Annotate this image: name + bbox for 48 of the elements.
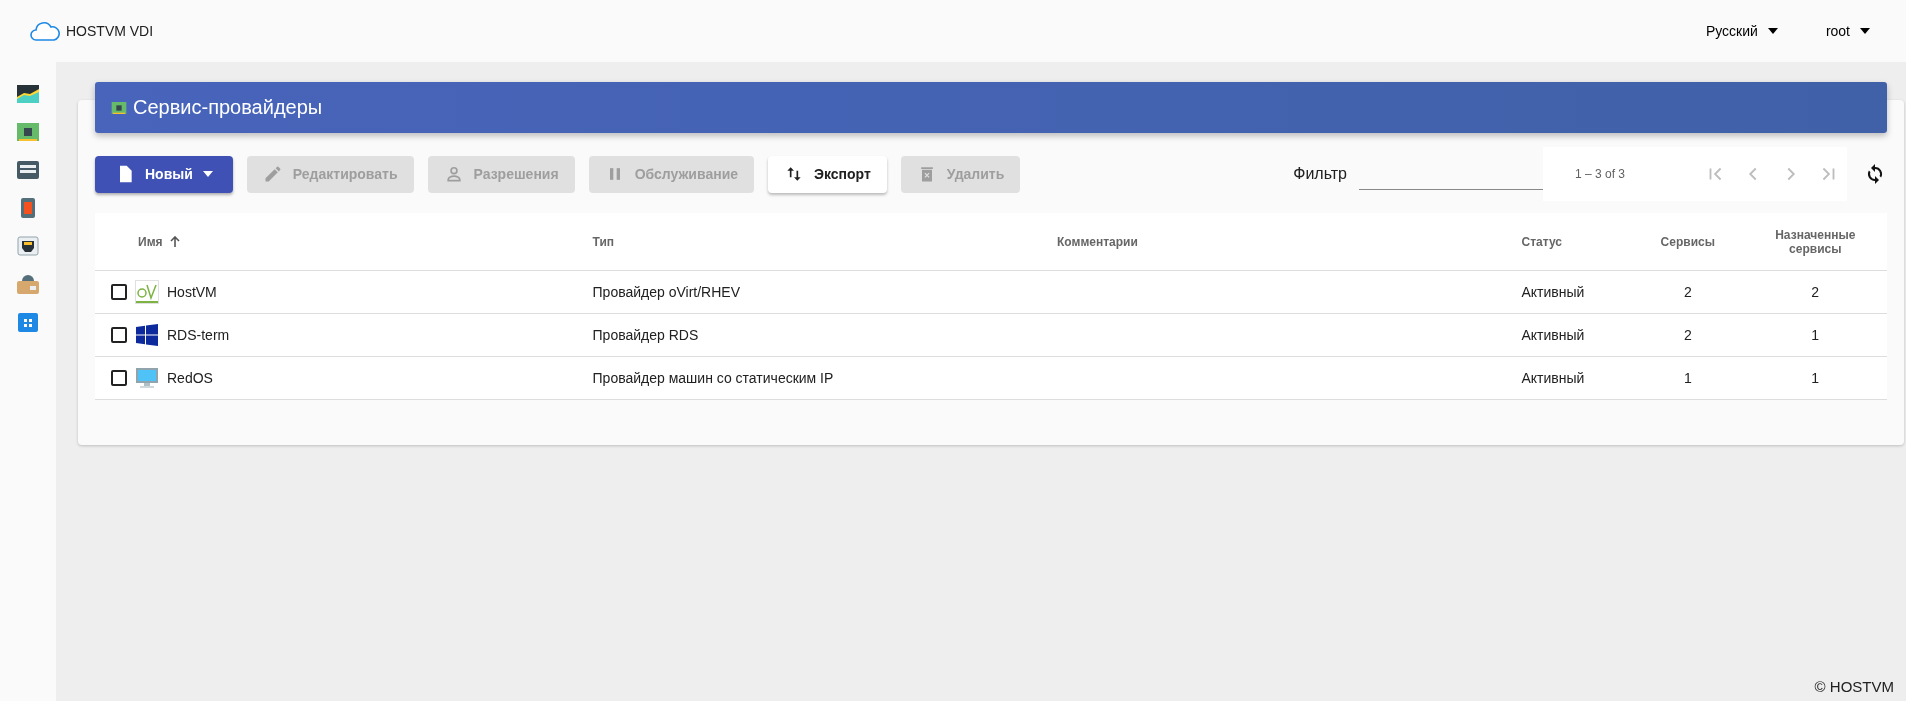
- chip-icon: [111, 99, 127, 116]
- column-header[interactable]: Статус: [1521, 234, 1562, 249]
- caret-icon: [1767, 28, 1778, 34]
- package-icon[interactable]: [16, 272, 40, 296]
- network-icon[interactable]: [16, 234, 40, 258]
- row-checkbox[interactable]: [111, 370, 127, 386]
- server-icon[interactable]: [16, 158, 40, 182]
- dashboard-icon[interactable]: [16, 82, 40, 106]
- table-cell: Провайдер oVirt/RHEV: [592, 284, 741, 300]
- brand-name: HOSTVM VDI: [66, 23, 154, 39]
- copyright: © HOSTVM: [1814, 678, 1894, 695]
- column-header[interactable]: Комментарии: [1057, 234, 1138, 249]
- export-button[interactable]: Экспорт: [768, 155, 887, 193]
- table-cell: HostVM: [167, 284, 217, 300]
- table-cell: 2: [1683, 284, 1692, 300]
- row-checkbox[interactable]: [111, 284, 127, 300]
- column-header[interactable]: Тип: [592, 234, 615, 249]
- table-cell: Провайдер машин со статическим IP: [592, 370, 834, 386]
- windows-logo-icon: [135, 323, 159, 347]
- table-cell: 2: [1811, 284, 1820, 300]
- page-range: 1 – 3 of 3: [1575, 167, 1627, 181]
- table-cell: Активный: [1521, 370, 1585, 386]
- calendar-icon[interactable]: [16, 310, 40, 334]
- user-menu[interactable]: root: [1819, 22, 1876, 40]
- table-cell: Провайдер RDS: [592, 327, 699, 343]
- table-cell: 1: [1811, 327, 1820, 343]
- monitor-icon: [135, 366, 159, 390]
- chip-icon[interactable]: [16, 120, 40, 144]
- sort-arrow-icon: [168, 235, 181, 248]
- cloud-logo-icon: [30, 20, 60, 42]
- page-title: Сервис-провайдеры: [133, 96, 323, 119]
- language-menu[interactable]: Русский: [1699, 22, 1784, 40]
- filter-label: Фильтр: [1293, 165, 1347, 183]
- table-cell: RDS-term: [167, 327, 230, 343]
- ovirt-logo-icon: [135, 280, 159, 304]
- caret-icon: [202, 171, 213, 177]
- table-cell: RedOS: [167, 370, 213, 386]
- column-header[interactable]: Назначенные сервисы: [1770, 227, 1861, 256]
- table-cell: Активный: [1521, 284, 1585, 300]
- column-header[interactable]: Имя: [138, 234, 181, 249]
- table-cell: 1: [1683, 370, 1692, 386]
- table-cell: Активный: [1521, 327, 1585, 343]
- row-checkbox[interactable]: [111, 327, 127, 343]
- column-header[interactable]: Сервисы: [1660, 234, 1715, 249]
- new-button[interactable]: Новый: [95, 155, 233, 193]
- table-cell: 2: [1683, 327, 1692, 343]
- table-cell: 1: [1811, 370, 1820, 386]
- caret-icon: [1860, 28, 1870, 34]
